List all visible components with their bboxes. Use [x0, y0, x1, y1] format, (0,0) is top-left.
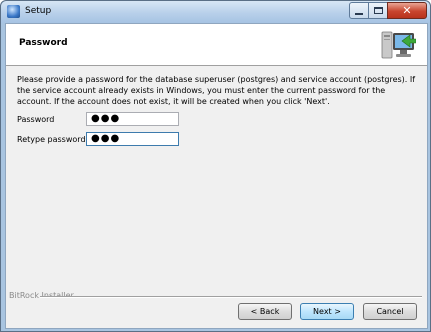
instructions-text: Please provide a password for the databa…	[17, 75, 416, 106]
close-icon: ✕	[402, 4, 412, 17]
minimize-button[interactable]	[349, 2, 369, 19]
page-title: Password	[19, 38, 68, 48]
window-title: Setup	[25, 6, 52, 16]
cancel-button[interactable]: Cancel	[363, 303, 417, 320]
close-button[interactable]: ✕	[387, 2, 427, 19]
minimize-icon	[355, 12, 363, 15]
setup-app-icon	[7, 5, 20, 18]
back-button[interactable]: < Back	[238, 303, 292, 320]
wizard-client-area: Password Please provide a password for t…	[5, 23, 428, 329]
title-bar[interactable]: Setup ✕	[1, 1, 430, 23]
retype-password-input[interactable]: ●●●	[86, 132, 179, 146]
retype-password-label: Retype password	[17, 135, 86, 144]
footer-divider	[40, 296, 422, 298]
setup-window: Setup ✕ Password Please provide a passwo…	[0, 0, 431, 332]
next-button[interactable]: Next >	[300, 303, 354, 320]
computer-arrow-icon	[381, 31, 416, 59]
wizard-header: Password	[6, 24, 427, 66]
password-label: Password	[17, 115, 55, 124]
maximize-icon	[373, 7, 383, 14]
maximize-button[interactable]	[368, 2, 388, 19]
password-input[interactable]: ●●●	[86, 112, 179, 126]
